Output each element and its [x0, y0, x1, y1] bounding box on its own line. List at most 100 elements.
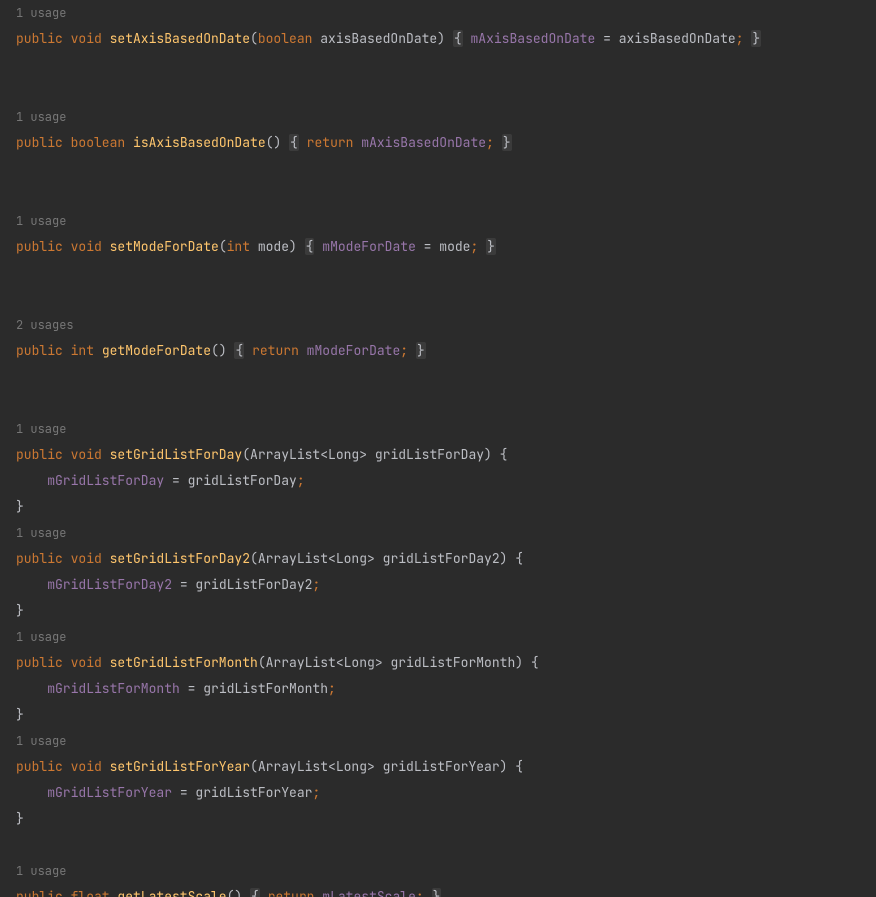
code-line[interactable]: public int getModeForDate() { return mMo… — [0, 338, 876, 364]
usages-hint[interactable]: 1 usage — [0, 104, 876, 130]
usages-text: 1 usage — [16, 629, 66, 645]
method-name: setAxisBasedOnDate — [110, 30, 250, 47]
usages-text: 1 usage — [16, 5, 66, 21]
assign-rhs: gridListForMonth — [203, 680, 328, 697]
assign-rhs: gridListForYear — [195, 784, 312, 801]
param-type: int — [227, 238, 258, 255]
param-name: gridListForDay — [375, 446, 484, 463]
code-line[interactable]: } — [0, 598, 876, 624]
modifiers: public void — [16, 654, 110, 671]
assign-lhs: mGridListForDay — [47, 472, 164, 489]
return-keyword: return — [268, 888, 323, 897]
usages-text: 1 usage — [16, 525, 66, 541]
modifiers: public boolean — [16, 134, 133, 151]
usages-hint[interactable]: 1 usage — [0, 728, 876, 754]
method-name: setGridListForMonth — [110, 654, 258, 671]
blank-line — [0, 390, 876, 416]
brace-close: } — [502, 134, 512, 151]
method-name: getModeForDate — [102, 342, 211, 359]
param-type: ArrayList<Long> — [258, 550, 383, 567]
brace-close: } — [16, 810, 24, 827]
usages-text: 1 usage — [16, 863, 66, 879]
code-line[interactable]: public boolean isAxisBasedOnDate() { ret… — [0, 130, 876, 156]
brace-open: { — [305, 238, 315, 255]
usages-text: 1 usage — [16, 109, 66, 125]
brace-open: { — [250, 888, 260, 897]
blank-line — [0, 832, 876, 858]
method-name: setGridListForDay2 — [110, 550, 250, 567]
blank-line — [0, 364, 876, 390]
modifiers: public void — [16, 238, 110, 255]
code-line[interactable]: } — [0, 494, 876, 520]
usages-text: 1 usage — [16, 421, 66, 437]
assign-lhs: mGridListForDay2 — [47, 576, 172, 593]
brace-close: } — [751, 30, 761, 47]
code-line[interactable]: } — [0, 702, 876, 728]
usages-hint[interactable]: 1 usage — [0, 0, 876, 26]
code-line[interactable]: public void setGridListForDay2(ArrayList… — [0, 546, 876, 572]
assign-lhs: mGridListForYear — [47, 784, 172, 801]
assign-lhs: mModeForDate — [322, 238, 416, 255]
usages-text: 1 usage — [16, 733, 66, 749]
brace-open: { — [289, 134, 299, 151]
code-line[interactable]: public void setAxisBasedOnDate(boolean a… — [0, 26, 876, 52]
method-name: setModeForDate — [110, 238, 219, 255]
blank-line — [0, 286, 876, 312]
param-name: gridListForYear — [383, 758, 500, 775]
return-keyword: return — [252, 342, 307, 359]
param-type: ArrayList<Long> — [266, 654, 391, 671]
param-type: ArrayList<Long> — [258, 758, 383, 775]
code-line[interactable]: public float getLatestScale() { return m… — [0, 884, 876, 897]
method-name: getLatestScale — [117, 888, 226, 897]
brace-open: { — [453, 30, 463, 47]
code-line[interactable]: public void setGridListForDay(ArrayList<… — [0, 442, 876, 468]
code-editor[interactable]: 1 usage public void setAxisBasedOnDate(bo… — [0, 0, 876, 897]
method-name: setGridListForDay — [110, 446, 243, 463]
code-line[interactable]: mGridListForYear = gridListForYear; — [0, 780, 876, 806]
blank-line — [0, 52, 876, 78]
blank-line — [0, 78, 876, 104]
usages-hint[interactable]: 1 usage — [0, 858, 876, 884]
assign-rhs: gridListForDay2 — [195, 576, 312, 593]
code-line[interactable]: public void setGridListForMonth(ArrayLis… — [0, 650, 876, 676]
code-line[interactable]: public void setModeForDate(int mode) { m… — [0, 234, 876, 260]
brace-close: } — [416, 342, 426, 359]
modifiers: public void — [16, 758, 110, 775]
usages-text: 2 usages — [16, 317, 74, 333]
param-type: ArrayList<Long> — [250, 446, 375, 463]
assign-rhs: axisBasedOnDate — [619, 30, 736, 47]
blank-line — [0, 156, 876, 182]
usages-hint[interactable]: 2 usages — [0, 312, 876, 338]
param-name: gridListForMonth — [390, 654, 515, 671]
code-line[interactable]: } — [0, 806, 876, 832]
brace-open: { — [234, 342, 244, 359]
assign-lhs: mGridListForMonth — [47, 680, 180, 697]
assign-lhs: mAxisBasedOnDate — [470, 30, 595, 47]
code-line[interactable]: mGridListForMonth = gridListForMonth; — [0, 676, 876, 702]
method-name: setGridListForYear — [110, 758, 250, 775]
param-name: mode — [258, 238, 289, 255]
modifiers: public void — [16, 550, 110, 567]
modifiers: public void — [16, 30, 110, 47]
method-name: isAxisBasedOnDate — [133, 134, 266, 151]
usages-text: 1 usage — [16, 213, 66, 229]
brace-close: } — [16, 498, 24, 515]
code-line[interactable]: public void setGridListForYear(ArrayList… — [0, 754, 876, 780]
blank-line — [0, 260, 876, 286]
usages-hint[interactable]: 1 usage — [0, 208, 876, 234]
brace-close: } — [486, 238, 496, 255]
param-name: axisBasedOnDate — [320, 30, 437, 47]
blank-line — [0, 182, 876, 208]
return-value: mModeForDate — [307, 342, 401, 359]
return-value: mLatestScale — [322, 888, 416, 897]
usages-hint[interactable]: 1 usage — [0, 416, 876, 442]
assign-rhs: mode — [439, 238, 470, 255]
usages-hint[interactable]: 1 usage — [0, 624, 876, 650]
code-line[interactable]: mGridListForDay2 = gridListForDay2; — [0, 572, 876, 598]
modifiers: public void — [16, 446, 110, 463]
code-line[interactable]: mGridListForDay = gridListForDay; — [0, 468, 876, 494]
brace-close: } — [432, 888, 442, 897]
param-type: boolean — [258, 30, 320, 47]
param-name: gridListForDay2 — [383, 550, 500, 567]
usages-hint[interactable]: 1 usage — [0, 520, 876, 546]
